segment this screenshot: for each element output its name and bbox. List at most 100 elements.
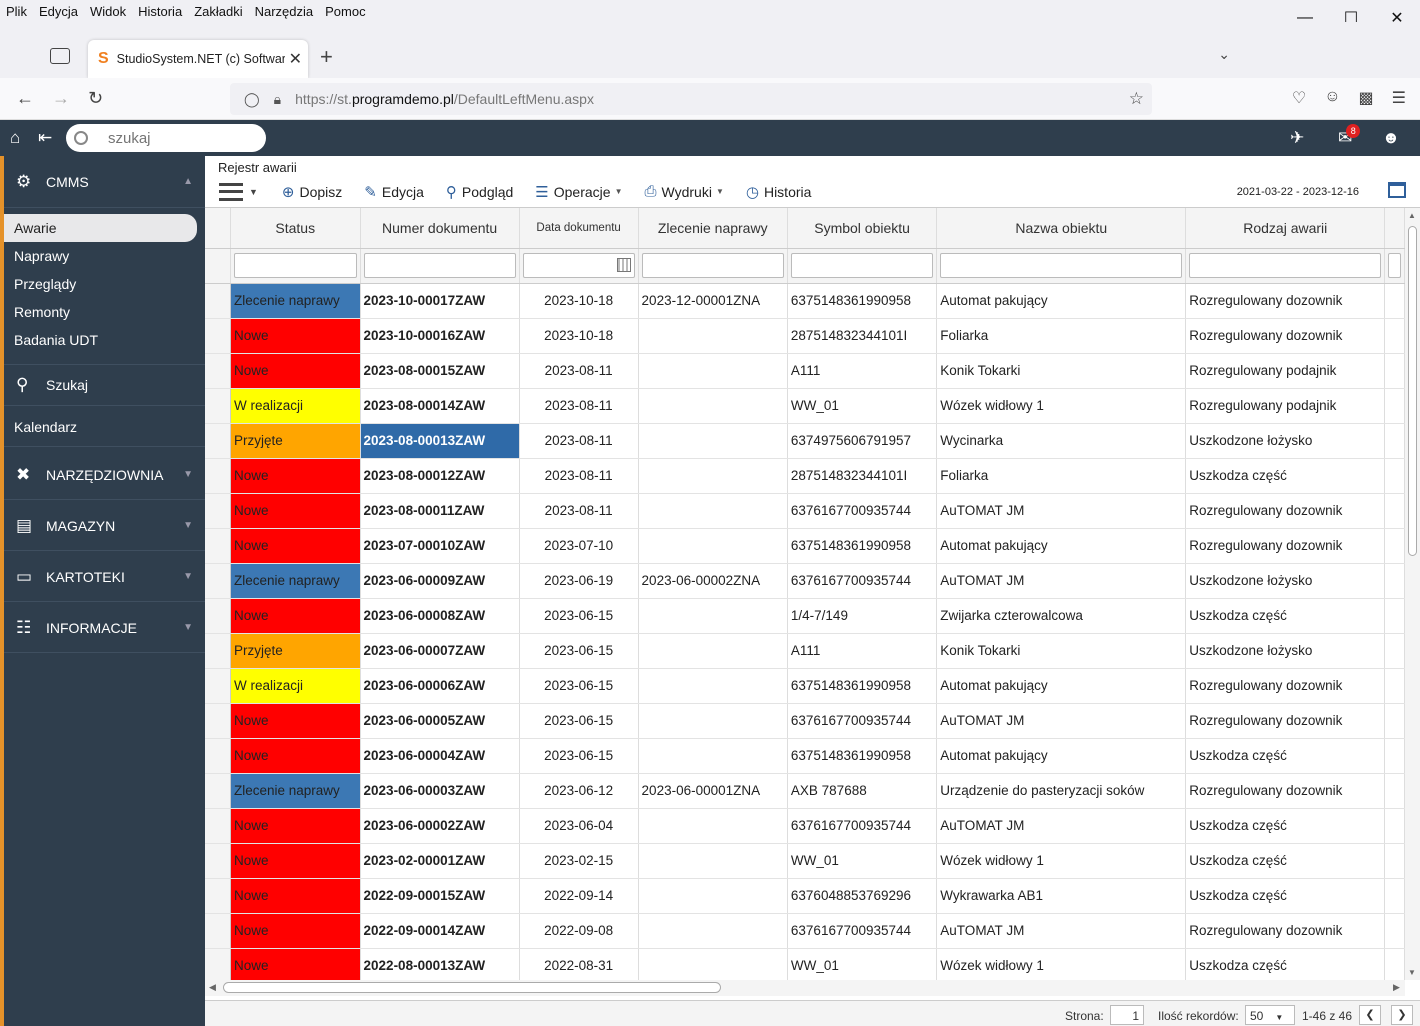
- failure-type-cell[interactable]: Rozregulowany dozownik: [1185, 773, 1386, 809]
- column-header-doc-date[interactable]: Data dokumentu: [519, 208, 639, 249]
- doc-date-cell[interactable]: 2023-08-11: [519, 458, 639, 494]
- status-cell[interactable]: Zlecenie naprawy: [230, 283, 361, 319]
- date-range[interactable]: 2021-03-22 - 2023-12-16: [1237, 186, 1359, 198]
- scroll-right-icon[interactable]: ▶: [1393, 982, 1400, 993]
- repair-order-cell[interactable]: [638, 843, 788, 879]
- repair-order-cell[interactable]: [638, 913, 788, 949]
- repair-order-cell[interactable]: [638, 633, 788, 669]
- sidebar-section-cmms[interactable]: ⚙ CMMS ▲: [4, 156, 205, 208]
- vertical-scroll-thumb[interactable]: [1408, 226, 1417, 556]
- status-cell[interactable]: Nowe: [230, 808, 361, 844]
- doc-date-cell[interactable]: 2023-02-15: [519, 843, 639, 879]
- object-symbol-cell[interactable]: 6375148361990958: [787, 668, 938, 704]
- preview-button[interactable]: ⚲ Podgląd: [446, 183, 513, 201]
- doc-number-cell[interactable]: 2023-06-00009ZAW: [360, 563, 520, 599]
- caret-down-icon[interactable]: ▼: [183, 469, 193, 480]
- repair-order-cell[interactable]: 2023-06-00002ZNA: [638, 563, 788, 599]
- records-per-page-select[interactable]: 50 ▼: [1245, 1005, 1295, 1025]
- doc-number-cell[interactable]: 2023-08-00011ZAW: [360, 493, 520, 529]
- vertical-scrollbar[interactable]: ▲ ▼: [1405, 208, 1420, 980]
- overflow-cell[interactable]: [1384, 878, 1405, 914]
- add-button[interactable]: ⊕ Dopisz: [282, 183, 342, 201]
- sidebar-section-magazyn[interactable]: ▤ MAGAZYN ▼: [4, 501, 205, 551]
- doc-number-cell[interactable]: 2023-07-00010ZAW: [360, 528, 520, 564]
- repair-order-cell[interactable]: [638, 423, 788, 459]
- user-icon[interactable]: ☻: [1382, 128, 1400, 148]
- calendar-icon[interactable]: [616, 258, 631, 272]
- reload-icon[interactable]: ↻: [88, 88, 103, 109]
- doc-date-cell[interactable]: 2023-06-15: [519, 668, 639, 704]
- doc-number-cell[interactable]: 2022-08-00013ZAW: [360, 948, 520, 980]
- repair-order-cell[interactable]: [638, 388, 788, 424]
- overflow-cell[interactable]: [1384, 948, 1405, 980]
- repair-order-cell[interactable]: 2023-12-00001ZNA: [638, 283, 788, 319]
- overflow-cell[interactable]: [1384, 283, 1405, 319]
- object-symbol-cell[interactable]: 6375148361990958: [787, 528, 938, 564]
- repair-order-cell[interactable]: [638, 318, 788, 354]
- doc-date-cell[interactable]: 2022-09-08: [519, 913, 639, 949]
- filter-doc-number-input[interactable]: [363, 253, 516, 278]
- global-search[interactable]: [66, 124, 266, 152]
- repair-order-cell[interactable]: [638, 353, 788, 389]
- column-header-failure-type[interactable]: Rodzaj awarii: [1185, 208, 1386, 249]
- scroll-down-icon[interactable]: ▼: [1408, 968, 1416, 977]
- table-row[interactable]: Nowe 2023-06-00005ZAW 2023-06-15 6376167700…: [205, 703, 1405, 739]
- table-row[interactable]: Zlecenie naprawy 2023-10-00017ZAW 2023-10-…: [205, 283, 1405, 319]
- overflow-cell[interactable]: [1384, 913, 1405, 949]
- object-symbol-cell[interactable]: 6375148361990958: [787, 738, 938, 774]
- doc-number-cell[interactable]: 2023-02-00001ZAW: [360, 843, 520, 879]
- failure-type-cell[interactable]: Uszkodza część: [1185, 738, 1386, 774]
- object-name-cell[interactable]: AuTOMAT JM: [936, 913, 1187, 949]
- table-row[interactable]: Nowe 2022-08-00013ZAW 2022-08-31 WW_01 Wózek…: [205, 948, 1405, 980]
- status-cell[interactable]: Zlecenie naprawy: [230, 563, 361, 599]
- repair-order-cell[interactable]: [638, 668, 788, 704]
- table-row[interactable]: Nowe 2023-08-00011ZAW 2023-08-11 6376167700…: [205, 493, 1405, 529]
- doc-date-cell[interactable]: 2023-08-11: [519, 388, 639, 424]
- status-cell[interactable]: Nowe: [230, 913, 361, 949]
- menu-narzedzia[interactable]: Narzędzia: [249, 4, 320, 19]
- overflow-cell[interactable]: [1384, 458, 1405, 494]
- home-icon[interactable]: ⌂: [10, 128, 20, 148]
- doc-date-cell[interactable]: 2023-07-10: [519, 528, 639, 564]
- failure-type-cell[interactable]: Uszkodza część: [1185, 843, 1386, 879]
- table-row[interactable]: Nowe 2023-06-00008ZAW 2023-06-15 1/4-7/149 Z…: [205, 598, 1405, 634]
- repair-order-cell[interactable]: [638, 948, 788, 980]
- object-name-cell[interactable]: Wykrawarka AB1: [936, 878, 1187, 914]
- table-row[interactable]: Nowe 2022-09-00014ZAW 2022-09-08 6376167700…: [205, 913, 1405, 949]
- column-header-object-name[interactable]: Nazwa obiektu: [936, 208, 1187, 249]
- repair-order-cell[interactable]: [638, 598, 788, 634]
- overflow-cell[interactable]: [1384, 598, 1405, 634]
- status-cell[interactable]: Zlecenie naprawy: [230, 773, 361, 809]
- menu-pomoc[interactable]: Pomoc: [319, 4, 371, 19]
- doc-date-cell[interactable]: 2022-09-14: [519, 878, 639, 914]
- table-row[interactable]: Nowe 2023-06-00004ZAW 2023-06-15 6375148361…: [205, 738, 1405, 774]
- horizontal-scrollbar[interactable]: ◀ ▶: [205, 980, 1405, 996]
- table-row[interactable]: W realizacji 2023-06-00006ZAW 2023-06-15 63…: [205, 668, 1405, 704]
- object-symbol-cell[interactable]: 6376167700935744: [787, 563, 938, 599]
- doc-date-cell[interactable]: 2023-06-19: [519, 563, 639, 599]
- doc-date-cell[interactable]: 2023-08-11: [519, 353, 639, 389]
- failure-type-cell[interactable]: Uszkodza część: [1185, 598, 1386, 634]
- object-name-cell[interactable]: Wózek widłowy 1: [936, 388, 1187, 424]
- object-name-cell[interactable]: Automat pakujący: [936, 283, 1187, 319]
- object-symbol-cell[interactable]: A111: [787, 353, 938, 389]
- status-cell[interactable]: Nowe: [230, 528, 361, 564]
- pocket-icon[interactable]: ♡: [1292, 88, 1306, 108]
- menu-historia[interactable]: Historia: [132, 4, 188, 19]
- status-cell[interactable]: Nowe: [230, 598, 361, 634]
- hamburger-menu-icon[interactable]: ☰: [1392, 88, 1406, 108]
- status-cell[interactable]: Nowe: [230, 738, 361, 774]
- failure-type-cell[interactable]: Uszkodza część: [1185, 458, 1386, 494]
- close-tab-icon[interactable]: ✕: [289, 49, 302, 69]
- overflow-cell[interactable]: [1384, 668, 1405, 704]
- overflow-cell[interactable]: [1384, 423, 1405, 459]
- calendar-icon[interactable]: [1388, 182, 1406, 198]
- browser-tab[interactable]: S StudioSystem.NET (c) Software ✕: [88, 40, 308, 78]
- status-cell[interactable]: Nowe: [230, 458, 361, 494]
- object-symbol-cell[interactable]: WW_01: [787, 388, 938, 424]
- sidebar-item-kalendarz[interactable]: Kalendarz: [4, 407, 205, 447]
- table-row[interactable]: Przyjęte 2023-06-00007ZAW 2023-06-15 A111 Ko…: [205, 633, 1405, 669]
- sidebar-section-informacje[interactable]: ☷ INFORMACJE ▼: [4, 603, 205, 653]
- menu-edycja[interactable]: Edycja: [33, 4, 84, 19]
- failure-type-cell[interactable]: Uszkodzone łożysko: [1185, 563, 1386, 599]
